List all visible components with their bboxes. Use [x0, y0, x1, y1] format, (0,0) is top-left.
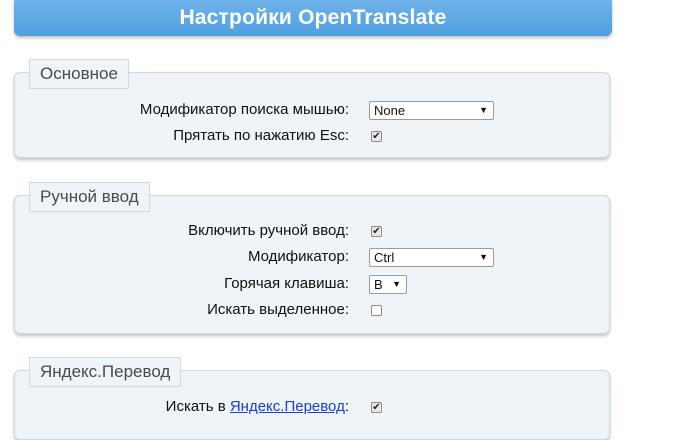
page-title: Настройки OpenTranslate	[179, 6, 447, 29]
hotkey-row: Горячая клавиша: B ▼	[15, 273, 611, 295]
mouse-modifier-row: Модификатор поиска мышью: None ▼	[15, 99, 611, 121]
yandex-search-label: Искать в Яндекс.Перевод:	[166, 396, 349, 418]
hide-esc-label: Прятать по нажатию Esc:	[173, 127, 349, 144]
yandex-translate-link[interactable]: Яндекс.Перевод	[230, 398, 345, 415]
mouse-modifier-value: None	[374, 102, 406, 118]
modifier-label: Модификатор:	[248, 248, 349, 265]
yandex-search-checkbox[interactable]: ✔	[371, 401, 382, 413]
hotkey-label: Горячая клавиша:	[224, 275, 349, 292]
search-selected-checkbox[interactable]	[371, 304, 382, 316]
hide-esc-row: Прятать по нажатию Esc: ✔	[15, 125, 611, 147]
dropdown-arrow-icon: ▼	[479, 104, 488, 115]
hide-esc-checkbox[interactable]: ✔	[371, 130, 382, 142]
modifier-select[interactable]: Ctrl ▼	[369, 247, 494, 267]
search-selected-row: Искать выделенное:	[15, 299, 611, 321]
enable-manual-checkbox[interactable]: ✔	[371, 225, 382, 237]
enable-manual-row: Включить ручной ввод: ✔	[15, 220, 611, 242]
check-icon: ✔	[372, 225, 381, 237]
mouse-modifier-label: Модификатор поиска мышью:	[139, 101, 349, 118]
section-yandex: Яндекс.Перевод Искать в Яндекс.Перевод: …	[14, 357, 611, 440]
yandex-search-suffix: :	[344, 398, 349, 415]
section-yandex-title: Яндекс.Перевод	[29, 357, 182, 387]
hotkey-value: B	[374, 276, 383, 292]
check-icon: ✔	[372, 401, 381, 413]
dropdown-arrow-icon: ▼	[479, 251, 488, 262]
dropdown-arrow-icon: ▼	[392, 278, 401, 289]
yandex-search-prefix: Искать в	[165, 398, 230, 415]
mouse-modifier-select[interactable]: None ▼	[369, 100, 494, 120]
section-main-title: Основное	[29, 59, 129, 89]
section-manual-title: Ручной ввод	[29, 182, 150, 212]
section-main: Основное Модификатор поиска мышью: None …	[14, 59, 611, 158]
search-selected-label: Искать выделенное:	[207, 301, 349, 318]
yandex-search-row: Искать в Яндекс.Перевод: ✔	[15, 396, 611, 418]
settings-header: Настройки OpenTranslate	[14, 0, 612, 36]
enable-manual-label: Включить ручной ввод:	[188, 222, 349, 239]
section-manual: Ручной ввод Включить ручной ввод: ✔ Моди…	[14, 182, 611, 334]
modifier-row: Модификатор: Ctrl ▼	[15, 246, 611, 268]
hotkey-select[interactable]: B ▼	[369, 274, 407, 294]
modifier-value: Ctrl	[374, 249, 395, 265]
check-icon: ✔	[372, 130, 381, 142]
